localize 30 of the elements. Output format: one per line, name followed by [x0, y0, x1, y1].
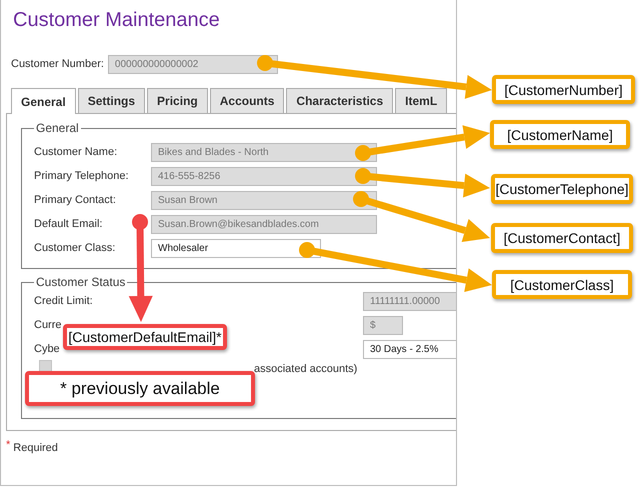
- field-label: Primary Telephone:: [34, 168, 130, 184]
- tab[interactable]: Pricing: [147, 88, 208, 113]
- required-note: Required: [13, 441, 58, 456]
- field-callout: [CustomerName]: [490, 120, 630, 149]
- field-callout: [CustomerTelephone]: [491, 174, 633, 204]
- tab[interactable]: Accounts: [210, 88, 284, 113]
- field-label: Cybe: [34, 342, 61, 356]
- tab[interactable]: Characteristics: [286, 88, 394, 113]
- tab[interactable]: General: [11, 88, 76, 114]
- input-field[interactable]: Wholesaler: [151, 239, 321, 258]
- field-label: Curre: [34, 318, 63, 332]
- field-label: Customer Number:: [11, 57, 104, 72]
- field-callout: [CustomerClass]: [492, 270, 632, 299]
- input-field[interactable]: 30 Days - 2.5%: [363, 340, 456, 359]
- field-label: Customer Class:: [34, 240, 116, 256]
- field-label: Customer Name:: [34, 144, 118, 160]
- field-label: Credit Limit:: [34, 294, 94, 308]
- footnote-callout: * previously available: [25, 371, 255, 406]
- field-label: Default Email:: [34, 216, 104, 232]
- field-callout: [CustomerContact]: [491, 223, 633, 253]
- field-callout: [CustomerNumber]: [492, 75, 635, 104]
- tab[interactable]: Settings: [78, 88, 146, 113]
- tab[interactable]: ItemL: [395, 88, 448, 113]
- window-title: Customer Maintenance: [12, 8, 221, 33]
- field-label: Primary Contact:: [34, 192, 117, 208]
- group-legend: General: [34, 121, 81, 135]
- required-mark: *: [6, 439, 10, 453]
- group-legend: Customer Status: [34, 275, 128, 289]
- checkbox-label: associated accounts): [254, 362, 358, 377]
- field-callout: [CustomerDefaultEmail]*: [63, 324, 227, 350]
